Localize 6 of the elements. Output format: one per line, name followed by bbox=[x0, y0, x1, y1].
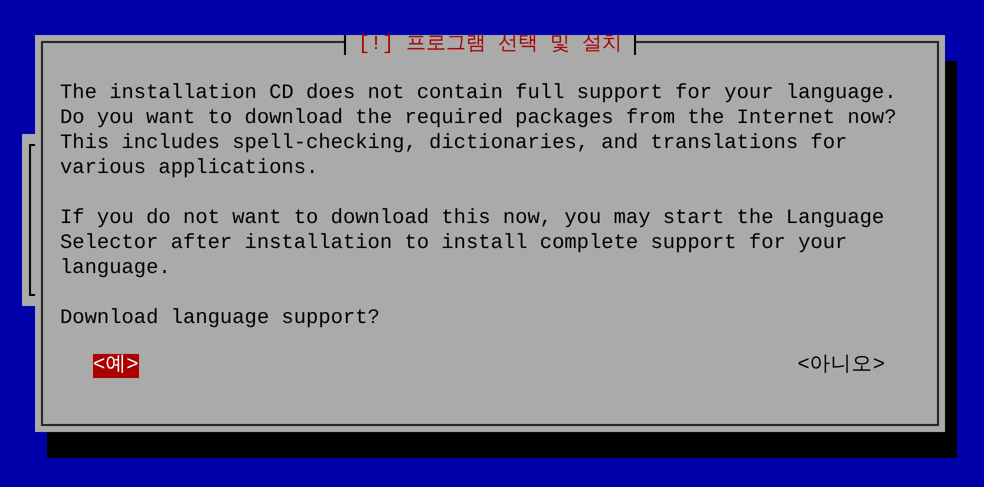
message-text: Download language support? bbox=[60, 306, 381, 331]
message-text: The installation CD does not contain full support for your language. Do you want to download the required packages from the Internet now? This includes spell-checking, dictionaries, and translations for various applications. bbox=[60, 81, 898, 181]
dialog-button[interactable]: <아니오> bbox=[797, 354, 885, 378]
dialog-button[interactable]: <예> bbox=[93, 354, 139, 378]
message-text: If you do not want to download this now, you may start the Language Selector after installation to install complete support for your language. bbox=[60, 206, 886, 281]
dialog-title: [!] 프로그램 선택 및 설치 bbox=[344, 35, 636, 55]
